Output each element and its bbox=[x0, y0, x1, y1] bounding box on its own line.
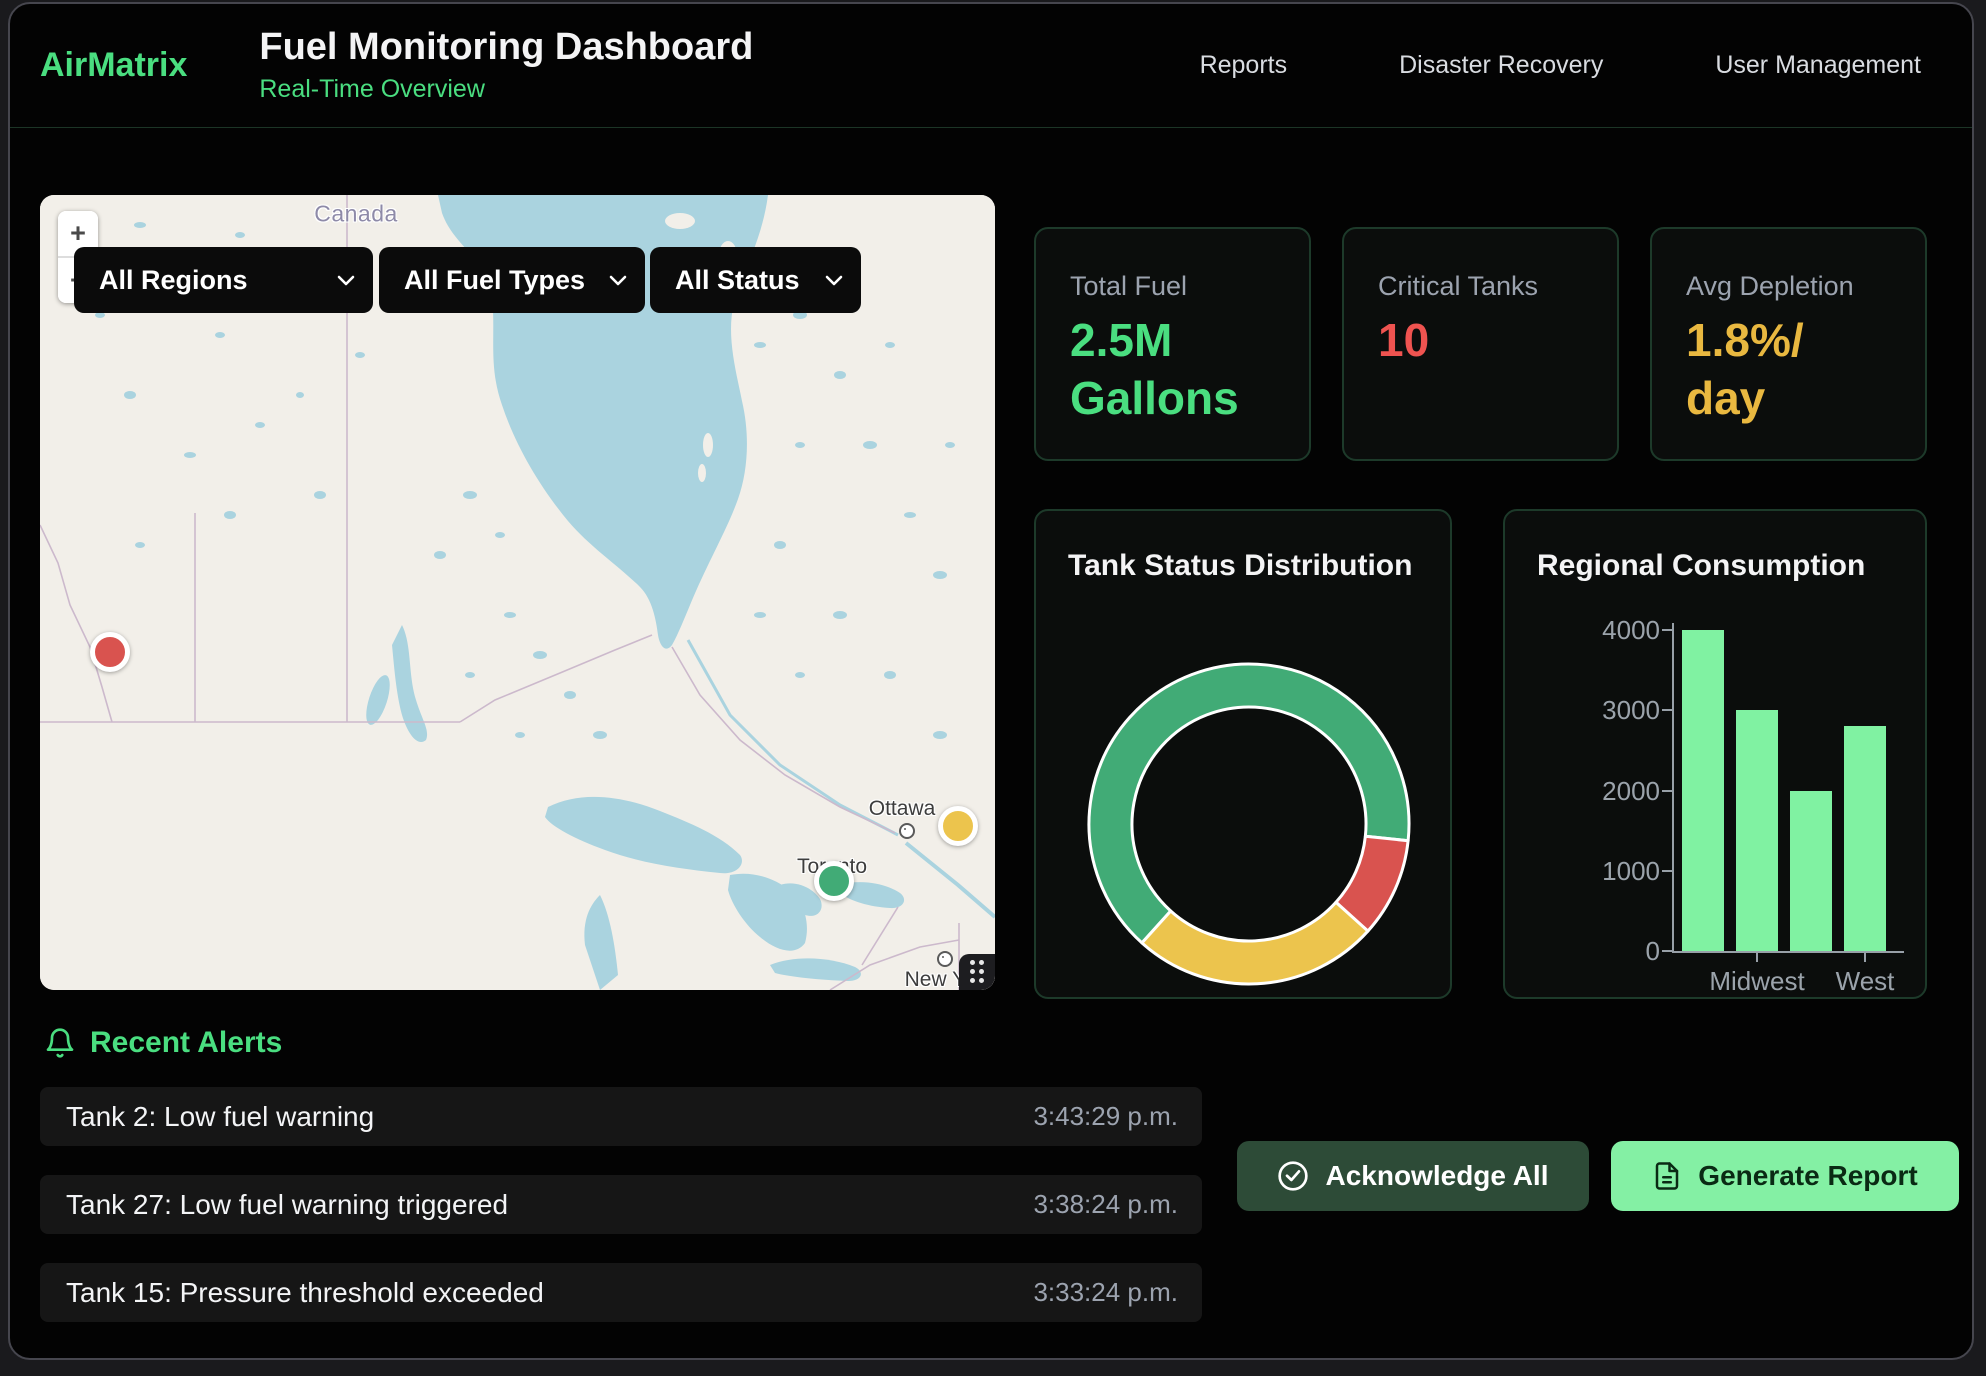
y-tick-label: 3000 bbox=[1550, 695, 1660, 726]
x-tick-label: Midwest bbox=[1709, 966, 1804, 997]
alert-text: Tank 15: Pressure threshold exceeded bbox=[66, 1277, 544, 1309]
filter-all-fuel-types[interactable]: All Fuel Types bbox=[379, 247, 645, 313]
main-nav: Reports Disaster Recovery User Management bbox=[1200, 4, 1921, 127]
y-tick-mark bbox=[1662, 790, 1672, 792]
bar-west bbox=[1844, 726, 1886, 951]
bar-region-3 bbox=[1790, 791, 1832, 952]
map-marker-critical[interactable] bbox=[90, 632, 130, 672]
stat-value: 10 bbox=[1378, 312, 1617, 370]
acknowledge-all-button[interactable]: Acknowledge All bbox=[1237, 1141, 1589, 1211]
map-filter-bar: All Regions All Fuel Types All Status bbox=[40, 247, 995, 313]
filter-label: All Fuel Types bbox=[404, 265, 585, 296]
stat-cards-row: Total Fuel 2.5MGallons Critical Tanks 10 Avg… bbox=[1034, 227, 1927, 461]
stat-card-critical-tanks: Critical Tanks 10 bbox=[1342, 227, 1619, 461]
alert-text: Tank 2: Low fuel warning bbox=[66, 1101, 374, 1133]
chevron-down-icon bbox=[337, 275, 355, 286]
y-tick-mark bbox=[1662, 629, 1672, 631]
alert-row[interactable]: Tank 27: Low fuel warning triggered 3:38:… bbox=[40, 1175, 1202, 1234]
y-tick-label: 1000 bbox=[1550, 856, 1660, 887]
x-tick-mark bbox=[1864, 953, 1866, 962]
y-tick-mark bbox=[1662, 950, 1672, 952]
new-york-town-marker bbox=[937, 951, 953, 967]
map-marker-warning[interactable] bbox=[938, 806, 978, 846]
chevron-down-icon bbox=[609, 275, 627, 286]
ottawa-town-marker bbox=[899, 823, 915, 839]
stat-label: Total Fuel bbox=[1070, 271, 1309, 302]
nav-item-user-management[interactable]: User Management bbox=[1715, 51, 1921, 80]
alerts-header: Recent Alerts bbox=[44, 1026, 282, 1060]
page-title: Fuel Monitoring Dashboard bbox=[259, 27, 753, 69]
map-label-ottawa: Ottawa bbox=[869, 797, 936, 821]
acknowledge-all-label: Acknowledge All bbox=[1325, 1160, 1548, 1192]
filter-label: All Regions bbox=[99, 265, 248, 296]
filter-label: All Status bbox=[675, 265, 800, 296]
alert-row[interactable]: Tank 15: Pressure threshold exceeded 3:33… bbox=[40, 1263, 1202, 1322]
map-resize-handle[interactable] bbox=[959, 954, 995, 990]
bar-region-1 bbox=[1682, 630, 1724, 951]
map-marker-normal[interactable] bbox=[814, 861, 854, 901]
donut-segment-warning bbox=[1142, 902, 1368, 984]
app-logo: AirMatrix bbox=[40, 46, 187, 85]
y-tick-mark bbox=[1662, 870, 1672, 872]
dashboard-panel: AirMatrix Fuel Monitoring Dashboard Real… bbox=[8, 2, 1974, 1360]
regional-consumption-card: Regional Consumption 0 1000 2000 3000 4000 Mi… bbox=[1503, 509, 1927, 999]
chevron-down-icon bbox=[825, 275, 843, 286]
check-circle-icon bbox=[1277, 1160, 1309, 1192]
y-tick-label: 2000 bbox=[1550, 776, 1660, 807]
stat-value: 1.8%/day bbox=[1686, 312, 1925, 428]
nav-item-disaster-recovery[interactable]: Disaster Recovery bbox=[1399, 51, 1603, 80]
alert-timestamp: 3:43:29 p.m. bbox=[1033, 1101, 1178, 1132]
y-tick-label: 0 bbox=[1550, 936, 1660, 967]
y-tick-label: 4000 bbox=[1550, 615, 1660, 646]
map-container[interactable]: CanadaOttawaTorontoNew York + − All Regi… bbox=[40, 195, 995, 990]
bar-chart-title: Regional Consumption bbox=[1537, 549, 1865, 583]
generate-report-label: Generate Report bbox=[1698, 1160, 1917, 1192]
file-text-icon bbox=[1652, 1161, 1682, 1191]
page-titles: Fuel Monitoring Dashboard Real-Time Over… bbox=[259, 27, 753, 105]
nav-item-reports[interactable]: Reports bbox=[1200, 51, 1288, 80]
stat-label: Avg Depletion bbox=[1686, 271, 1925, 302]
x-tick-label: West bbox=[1836, 966, 1895, 997]
stat-label: Critical Tanks bbox=[1378, 271, 1617, 302]
alert-text: Tank 27: Low fuel warning triggered bbox=[66, 1189, 508, 1221]
alert-timestamp: 3:38:24 p.m. bbox=[1033, 1189, 1178, 1220]
x-tick-mark bbox=[1756, 953, 1758, 962]
alerts-title: Recent Alerts bbox=[90, 1026, 282, 1060]
filter-all-regions[interactable]: All Regions bbox=[74, 247, 373, 313]
bell-icon bbox=[44, 1027, 76, 1059]
stat-card-avg-depletion: Avg Depletion 1.8%/day bbox=[1650, 227, 1927, 461]
tank-status-card: Tank Status Distribution bbox=[1034, 509, 1452, 999]
filter-all-status[interactable]: All Status bbox=[650, 247, 861, 313]
y-tick-mark bbox=[1662, 709, 1672, 711]
generate-report-button[interactable]: Generate Report bbox=[1611, 1141, 1959, 1211]
map-label-canada: Canada bbox=[314, 201, 398, 228]
alert-row[interactable]: Tank 2: Low fuel warning 3:43:29 p.m. bbox=[40, 1087, 1202, 1146]
bar-midwest bbox=[1736, 710, 1778, 951]
donut-chart-title: Tank Status Distribution bbox=[1068, 549, 1412, 583]
app-header: AirMatrix Fuel Monitoring Dashboard Real… bbox=[10, 4, 1972, 128]
stat-value: 2.5MGallons bbox=[1070, 312, 1309, 428]
stat-card-total-fuel: Total Fuel 2.5MGallons bbox=[1034, 227, 1311, 461]
page-subtitle: Real-Time Overview bbox=[259, 75, 753, 104]
alert-timestamp: 3:33:24 p.m. bbox=[1033, 1277, 1178, 1308]
tank-status-donut-chart bbox=[1036, 629, 1454, 989]
